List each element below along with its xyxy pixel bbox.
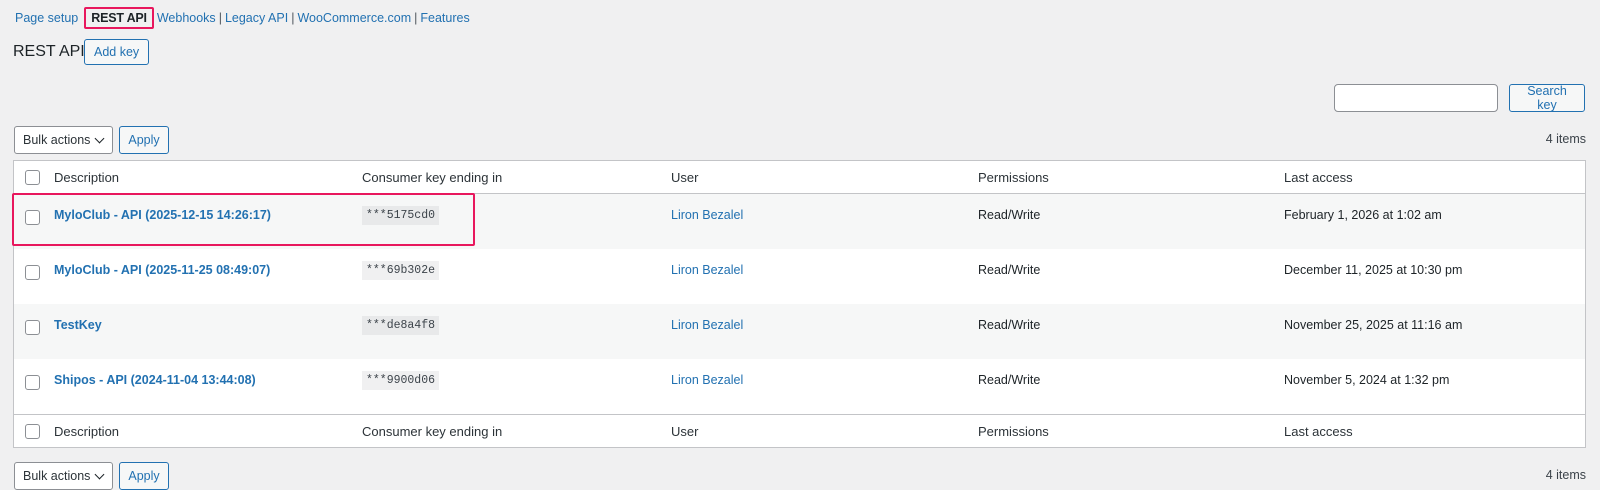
column-footer-user: User xyxy=(671,424,699,439)
select-all-checkbox[interactable] xyxy=(25,170,40,185)
user-link[interactable]: Liron Bezalel xyxy=(671,373,743,387)
row-checkbox[interactable] xyxy=(25,265,40,280)
consumer-key-code: ***9900d06 xyxy=(362,371,440,390)
apply-button-top[interactable]: Apply xyxy=(119,126,169,154)
column-header-user: User xyxy=(671,170,699,185)
nav-separator: | xyxy=(291,11,295,25)
consumer-key-code: ***5175cd0 xyxy=(362,206,440,225)
row-checkbox[interactable] xyxy=(25,375,40,390)
bulk-actions-select-top[interactable]: Bulk actions xyxy=(14,126,113,154)
table-header-row: Description Consumer key ending in User … xyxy=(14,161,1585,194)
add-key-button[interactable]: Add key xyxy=(84,39,150,65)
column-header-description: Description xyxy=(54,170,120,185)
consumer-key-code: ***de8a4f8 xyxy=(362,316,440,335)
table-row: TestKey ***de8a4f8 Liron Bezalel Read/Wr… xyxy=(14,304,1585,359)
bulk-actions-label: Bulk actions xyxy=(23,469,91,483)
column-header-permissions: Permissions xyxy=(978,170,1049,185)
permissions-cell: Read/Write xyxy=(978,373,1041,387)
table-row: MyloClub - API (2025-11-25 08:49:07) ***… xyxy=(14,249,1585,304)
consumer-key-cell: ***de8a4f8 xyxy=(362,316,440,335)
last-access-cell: November 25, 2025 at 11:16 am xyxy=(1284,318,1463,332)
nav-rest-api-current[interactable]: REST API xyxy=(84,7,154,29)
key-description-link[interactable]: TestKey xyxy=(54,318,102,332)
consumer-key-cell: ***9900d06 xyxy=(362,371,440,390)
table-footer-row: Description Consumer key ending in User … xyxy=(14,414,1585,447)
nav-webhooks[interactable]: Webhooks xyxy=(157,11,216,25)
consumer-key-cell: ***69b302e xyxy=(362,261,440,280)
items-count-bottom: 4 items xyxy=(1545,468,1586,482)
nav-separator: | xyxy=(218,11,222,25)
nav-separator: | xyxy=(414,11,418,25)
key-description-link[interactable]: MyloClub - API (2025-11-25 08:49:07) xyxy=(54,263,270,277)
last-access-cell: November 5, 2024 at 1:32 pm xyxy=(1284,373,1450,387)
permissions-cell: Read/Write xyxy=(978,263,1041,277)
permissions-cell: Read/Write xyxy=(978,208,1041,222)
api-keys-table: Description Consumer key ending in User … xyxy=(13,160,1586,448)
consumer-key-code: ***69b302e xyxy=(362,261,440,280)
key-description-link[interactable]: Shipos - API (2024-11-04 13:44:08) xyxy=(54,373,256,387)
last-access-cell: February 1, 2026 at 1:02 am xyxy=(1284,208,1442,222)
search-key-input[interactable] xyxy=(1334,84,1498,112)
select-all-checkbox-footer[interactable] xyxy=(25,424,40,439)
key-description-link[interactable]: MyloClub - API (2025-12-15 14:26:17) xyxy=(54,208,271,222)
last-access-cell: December 11, 2025 at 10:30 pm xyxy=(1284,263,1463,277)
search-key-button[interactable]: Search key xyxy=(1509,84,1585,112)
nav-legacy-api[interactable]: Legacy API xyxy=(225,11,288,25)
consumer-key-cell: ***5175cd0 xyxy=(362,206,440,225)
chevron-down-icon xyxy=(94,469,105,480)
nav-woocommerce-com[interactable]: WooCommerce.com xyxy=(297,11,411,25)
column-footer-consumer-key: Consumer key ending in xyxy=(362,424,503,439)
bulk-actions-label: Bulk actions xyxy=(23,133,91,147)
column-header-last-access: Last access xyxy=(1284,170,1353,185)
column-header-consumer-key: Consumer key ending in xyxy=(362,170,503,185)
table-row: MyloClub - API (2025-12-15 14:26:17) ***… xyxy=(14,194,1585,249)
settings-subnav: Page setup REST API Webhooks | Legacy AP… xyxy=(15,7,470,29)
chevron-down-icon xyxy=(94,133,105,144)
column-footer-description: Description xyxy=(54,424,120,439)
items-count-top: 4 items xyxy=(1545,132,1586,146)
row-checkbox[interactable] xyxy=(25,320,40,335)
permissions-cell: Read/Write xyxy=(978,318,1041,332)
row-checkbox[interactable] xyxy=(25,210,40,225)
column-footer-permissions: Permissions xyxy=(978,424,1049,439)
nav-features[interactable]: Features xyxy=(420,11,469,25)
column-footer-last-access: Last access xyxy=(1284,424,1353,439)
user-link[interactable]: Liron Bezalel xyxy=(671,208,743,222)
user-link[interactable]: Liron Bezalel xyxy=(671,263,743,277)
page-title: REST API xyxy=(13,43,85,60)
table-row: Shipos - API (2024-11-04 13:44:08) ***99… xyxy=(14,359,1585,414)
nav-page-setup[interactable]: Page setup xyxy=(15,11,78,25)
user-link[interactable]: Liron Bezalel xyxy=(671,318,743,332)
